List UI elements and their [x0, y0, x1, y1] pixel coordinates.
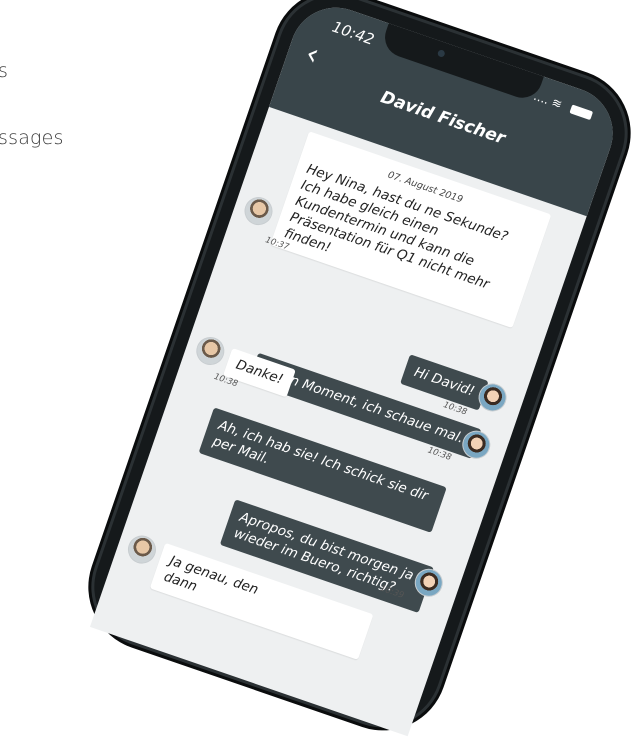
phone-frame: 10:42 .... ≋ ‹ David Fischer 07. August …: [78, 0, 636, 740]
status-time: 10:42: [329, 17, 377, 49]
contact-avatar: [124, 531, 160, 568]
background-text-line-2: ssages: [0, 127, 64, 149]
battery-icon: [569, 104, 594, 121]
phone-mockup: 10:42 .... ≋ ‹ David Fischer 07. August …: [78, 0, 636, 740]
status-indicators: .... ≋: [532, 89, 594, 122]
background-text-line-1: s: [0, 60, 9, 82]
phone-notch: [379, 21, 545, 104]
message-list: 07. August 2019 Hey Nina, hast du ne Sek…: [90, 107, 587, 736]
contact-avatar: [240, 193, 277, 229]
front-camera: [436, 49, 446, 58]
contact-avatar: [192, 333, 229, 369]
wifi-icon: ≋: [549, 95, 565, 112]
chat-screen: 10:42 .... ≋ ‹ David Fischer 07. August …: [89, 0, 626, 737]
message-text: Hi David!: [412, 364, 477, 400]
signal-dots: ....: [531, 88, 551, 108]
